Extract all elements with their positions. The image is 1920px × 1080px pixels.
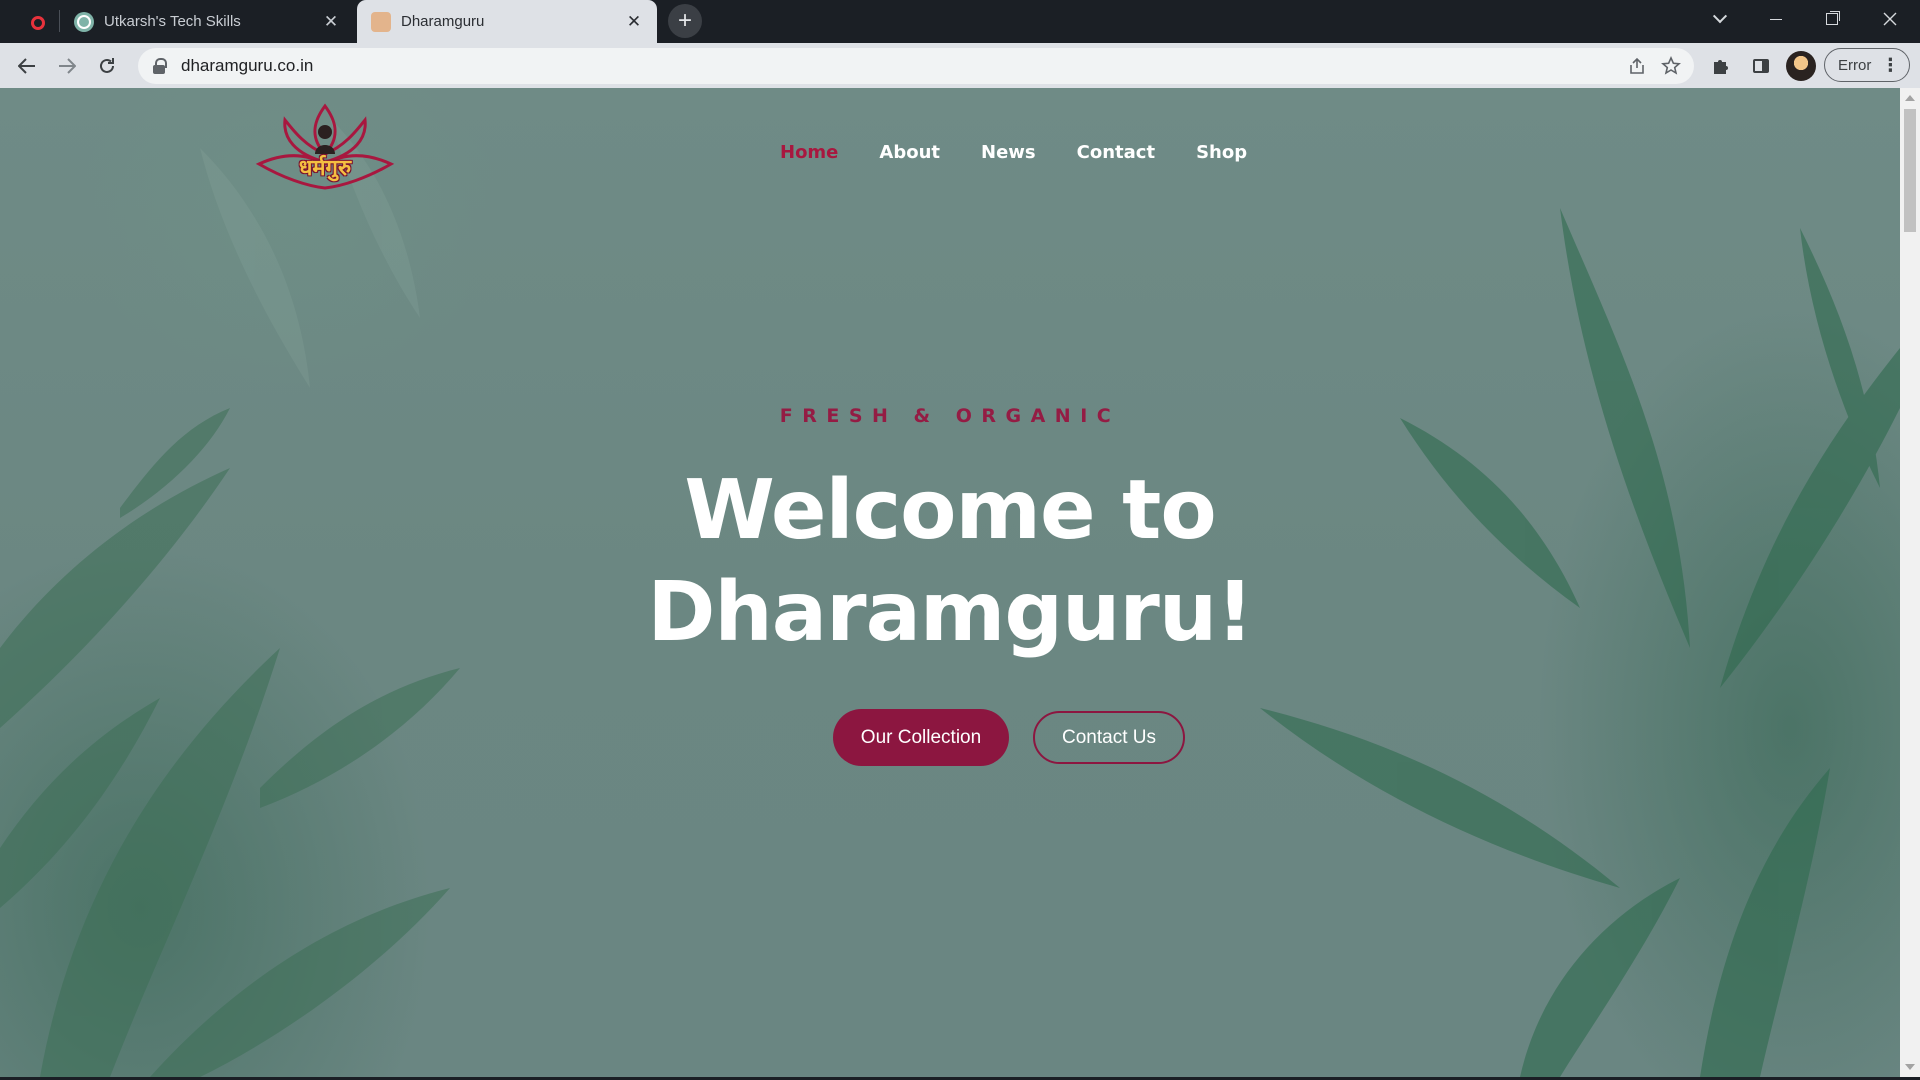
scrollbar-thumb[interactable] [1904,109,1916,232]
close-tab-icon[interactable]: ✕ [320,11,342,33]
profile-error-button[interactable]: Error ⋮ [1824,48,1910,82]
tab-utkarsh-tech-skills[interactable]: Utkarsh's Tech Skills ✕ [60,0,354,43]
reload-icon[interactable] [90,49,124,83]
kebab-menu-icon[interactable]: ⋮ [1881,56,1899,74]
address-bar[interactable]: dharamguru.co.in [138,48,1694,84]
contact-us-button[interactable]: Contact Us [1033,711,1185,764]
browser-titlebar: Utkarsh's Tech Skills ✕ Dharamguru ✕ + [0,0,1920,43]
back-arrow-icon[interactable] [10,49,44,83]
minimize-button[interactable] [1748,0,1804,38]
nav-home-link[interactable]: Home [780,142,838,163]
site-logo[interactable]: धर्मगुरु [255,102,395,192]
scroll-up-arrow-icon[interactable] [1905,95,1915,101]
hero-title-line-1: Welcome to [684,463,1216,558]
nav-shop-link[interactable]: Shop [1196,142,1247,163]
hero-title-line-2: Dharamguru! [647,565,1253,660]
error-label: Error [1838,56,1872,74]
close-window-button[interactable] [1862,0,1918,38]
hero-subtitle: FRESH & ORGANIC [779,405,1121,427]
share-icon[interactable] [1620,49,1654,83]
chatgpt-icon [74,11,94,32]
tab-title: Dharamguru [401,13,485,30]
scroll-down-arrow-icon[interactable] [1905,1064,1915,1070]
nav-contact-link[interactable]: Contact [1077,142,1155,163]
tab-search-chevron-icon[interactable] [1692,0,1748,38]
url-text[interactable]: dharamguru.co.in [181,56,1620,76]
restore-button[interactable] [1804,0,1860,38]
logo-wordmark: धर्मगुरु [298,155,352,181]
dharamguru-favicon-icon [371,11,391,32]
new-tab-button[interactable]: + [668,4,702,38]
hero-title: Welcome to Dharamguru! [0,460,1900,664]
hero-buttons: Our Collection Contact Us [833,709,1185,766]
lock-icon[interactable] [152,58,167,74]
close-tab-icon[interactable]: ✕ [623,11,645,33]
extensions-puzzle-icon[interactable] [1704,49,1738,83]
bookmark-star-icon[interactable] [1654,49,1688,83]
page-scrollbar[interactable] [1900,88,1920,1077]
forward-arrow-icon[interactable] [50,49,84,83]
profile-avatar[interactable] [1786,51,1816,81]
main-nav: Home About News Contact Shop [780,142,1288,163]
page-viewport: धर्मगुरु Home About News Contact Shop FR… [0,88,1900,1077]
browser-toolbar: dharamguru.co.in Error ⋮ [0,43,1920,88]
tab-dharamguru[interactable]: Dharamguru ✕ [357,0,657,43]
browser-menu-icon[interactable] [26,11,50,35]
side-panel-icon[interactable] [1744,49,1778,83]
nav-about-link[interactable]: About [879,142,940,163]
tab-title: Utkarsh's Tech Skills [104,13,241,30]
nav-news-link[interactable]: News [981,142,1036,163]
our-collection-button[interactable]: Our Collection [833,709,1009,766]
